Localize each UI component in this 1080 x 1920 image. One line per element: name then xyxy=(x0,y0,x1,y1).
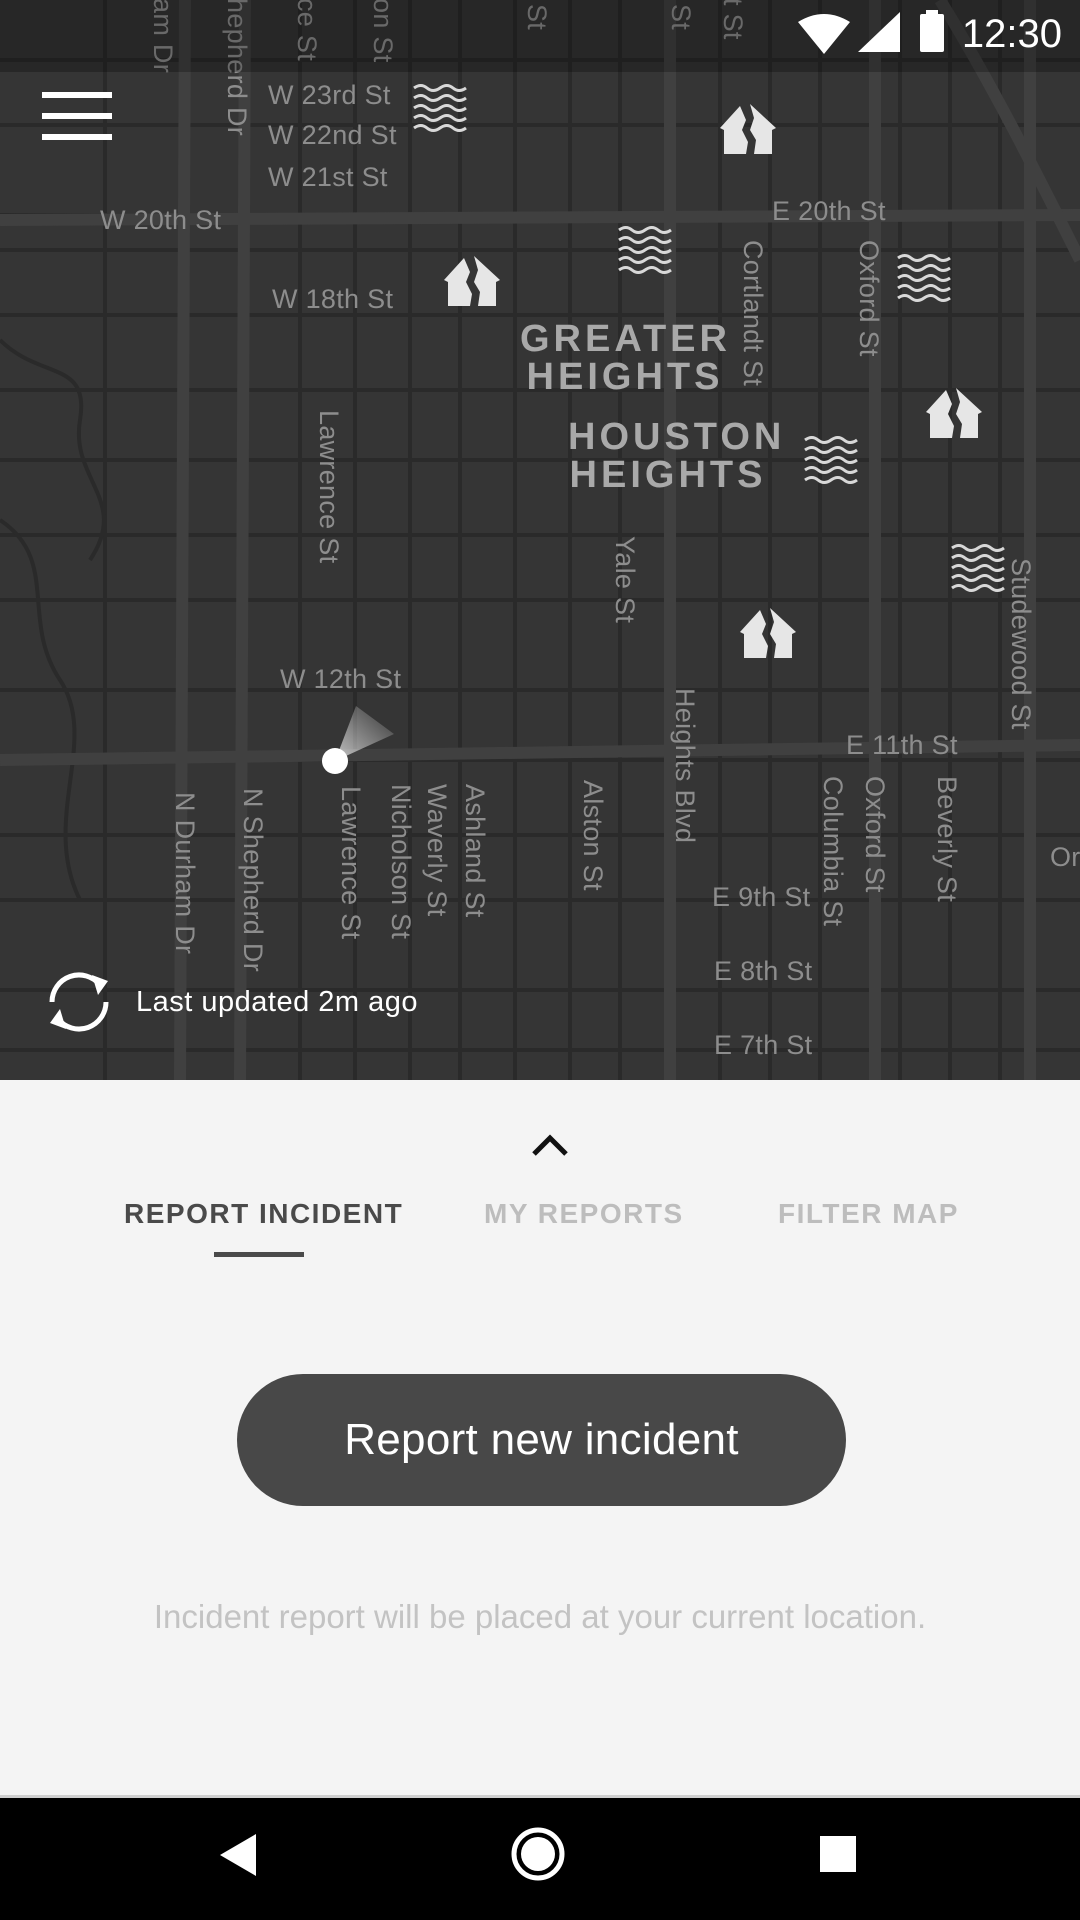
neighborhood-label-line: GREATER xyxy=(520,318,731,360)
neighborhood-greater-heights: GREATER HEIGHTS xyxy=(520,320,730,396)
street-label: N Durham Dr xyxy=(170,792,200,955)
flood-icon[interactable] xyxy=(412,82,468,138)
street-label: Oxford St xyxy=(854,240,884,357)
menu-icon-bar xyxy=(42,92,112,98)
signal-icon xyxy=(858,12,900,52)
neighborhood-label-line: HEIGHTS xyxy=(526,356,724,398)
menu-icon-bar xyxy=(42,134,112,140)
neighborhood-label-line: HOUSTON xyxy=(568,416,786,458)
street-label: Beverly St xyxy=(932,776,962,903)
street-grid xyxy=(0,0,1080,1080)
wifi-icon xyxy=(798,14,850,54)
damaged-house-icon[interactable] xyxy=(736,604,800,660)
street-label: Yale St xyxy=(610,536,640,624)
neighborhood-houston-heights: HOUSTON HEIGHTS xyxy=(568,416,786,496)
damaged-house-icon[interactable] xyxy=(716,100,780,156)
flood-icon[interactable] xyxy=(950,542,1006,598)
street-label: E 9th St xyxy=(712,882,811,912)
street-label: Columbia St xyxy=(818,776,848,927)
street-label: E 7th St xyxy=(714,1030,813,1060)
report-new-incident-button[interactable]: Report new incident xyxy=(237,1374,846,1506)
street-label: E 8th St xyxy=(714,956,813,986)
street-label: Or xyxy=(1050,842,1080,872)
street-label: Studewood St xyxy=(1006,558,1036,730)
flood-icon[interactable] xyxy=(617,224,673,280)
menu-icon-bar xyxy=(42,113,112,119)
current-location-icon xyxy=(322,706,394,774)
street-label: W 21st St xyxy=(268,162,388,192)
refresh-status[interactable]: Last updated 2m ago xyxy=(42,965,542,1039)
damaged-house-icon[interactable] xyxy=(922,384,986,440)
street-label: Lawrence St xyxy=(314,410,344,564)
damaged-house-icon[interactable] xyxy=(440,252,504,308)
map-view[interactable]: GREATER HEIGHTS HOUSTON HEIGHTS W 23rd S… xyxy=(0,0,1080,1080)
flood-icon[interactable] xyxy=(803,434,859,490)
tab-filter-map[interactable]: FILTER MAP xyxy=(778,1198,959,1230)
tab-report-incident[interactable]: REPORT INCIDENT xyxy=(124,1198,403,1230)
back-icon[interactable] xyxy=(218,1832,258,1878)
home-icon[interactable] xyxy=(510,1826,566,1882)
menu-button[interactable] xyxy=(42,92,122,152)
street-label: Oxford St xyxy=(860,776,890,893)
street-label: E 11th St xyxy=(846,730,958,760)
refresh-icon[interactable] xyxy=(42,965,116,1039)
street-label: Nicholson St xyxy=(386,784,416,940)
street-label: Lawrence St xyxy=(336,786,366,940)
street-label: Waverly St xyxy=(422,784,452,917)
chevron-up-icon[interactable] xyxy=(530,1132,570,1158)
tab-my-reports[interactable]: MY REPORTS xyxy=(484,1198,684,1230)
flood-icon[interactable] xyxy=(896,252,952,308)
street-label: Ashland St xyxy=(460,784,490,918)
status-bar: 12:30 xyxy=(0,0,1080,72)
street-label: Heights Blvd xyxy=(670,688,700,844)
navigation-bar xyxy=(0,1795,1080,1920)
tab-indicator xyxy=(214,1252,304,1257)
battery-icon xyxy=(920,10,944,52)
street-label: N Shepherd Dr xyxy=(238,788,268,972)
last-updated-label: Last updated 2m ago xyxy=(136,985,418,1018)
neighborhood-label-line: HEIGHTS xyxy=(569,454,767,496)
clock: 12:30 xyxy=(961,12,1062,56)
street-label: E 20th St xyxy=(772,196,886,226)
street-label: Cortlandt St xyxy=(738,240,768,387)
street-label: W 23rd St xyxy=(268,80,391,110)
street-label: Alston St xyxy=(578,780,608,891)
recents-icon[interactable] xyxy=(818,1834,858,1874)
street-label: W 20th St xyxy=(100,205,222,235)
helper-text: Incident report will be placed at your c… xyxy=(153,1598,927,1635)
street-label: W 22nd St xyxy=(268,120,397,150)
street-label: W 18th St xyxy=(272,284,394,314)
